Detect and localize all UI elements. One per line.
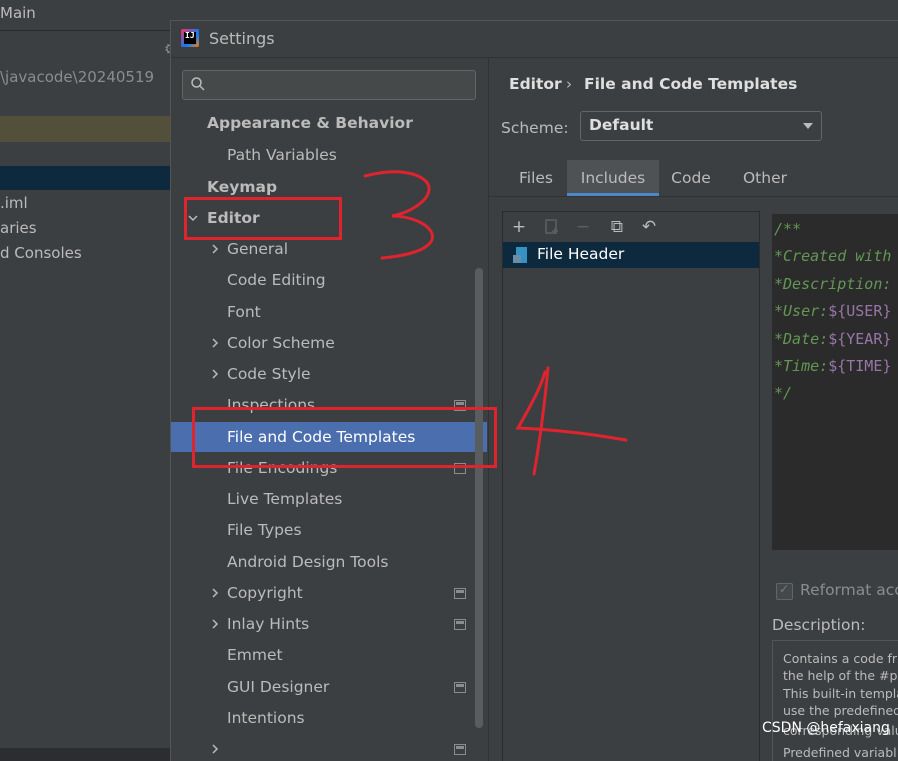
handwritten-number-4 [515, 366, 628, 476]
handwritten-number-3 [363, 170, 434, 260]
watermark: CSDN @hefaxiang [762, 720, 890, 736]
handwritten-annotations [363, 170, 628, 476]
